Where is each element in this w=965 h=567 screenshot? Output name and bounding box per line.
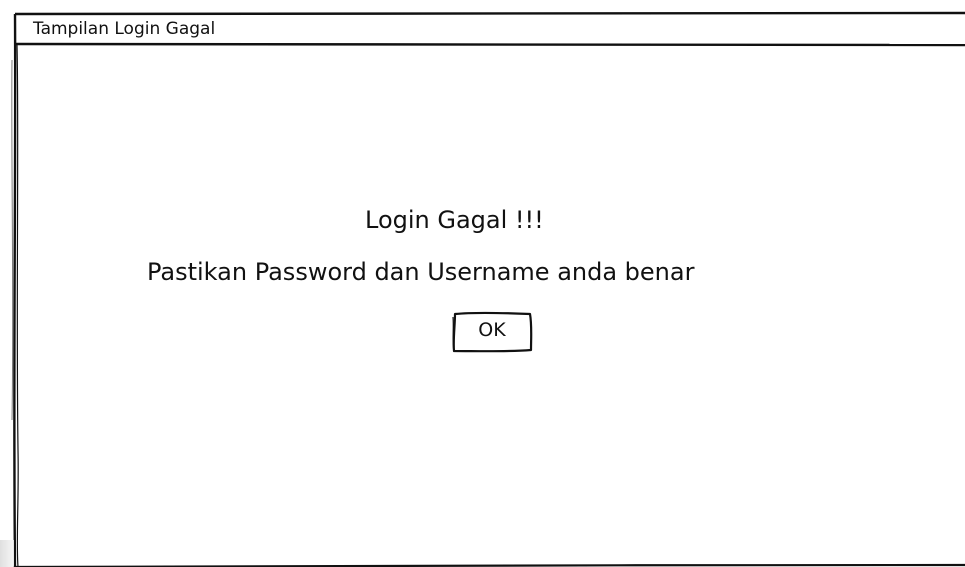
error-message: Pastikan Password dan Username anda bena… bbox=[147, 258, 695, 286]
ok-button-label: OK bbox=[478, 319, 506, 341]
error-headline: Login Gagal !!! bbox=[365, 206, 544, 234]
corner-shadow bbox=[0, 540, 14, 567]
ok-button[interactable]: OK bbox=[451, 311, 533, 353]
window-title: Tampilan Login Gagal bbox=[33, 19, 216, 39]
login-failed-window: Tampilan Login Gagal Login Gagal !!! Pas… bbox=[0, 0, 965, 567]
